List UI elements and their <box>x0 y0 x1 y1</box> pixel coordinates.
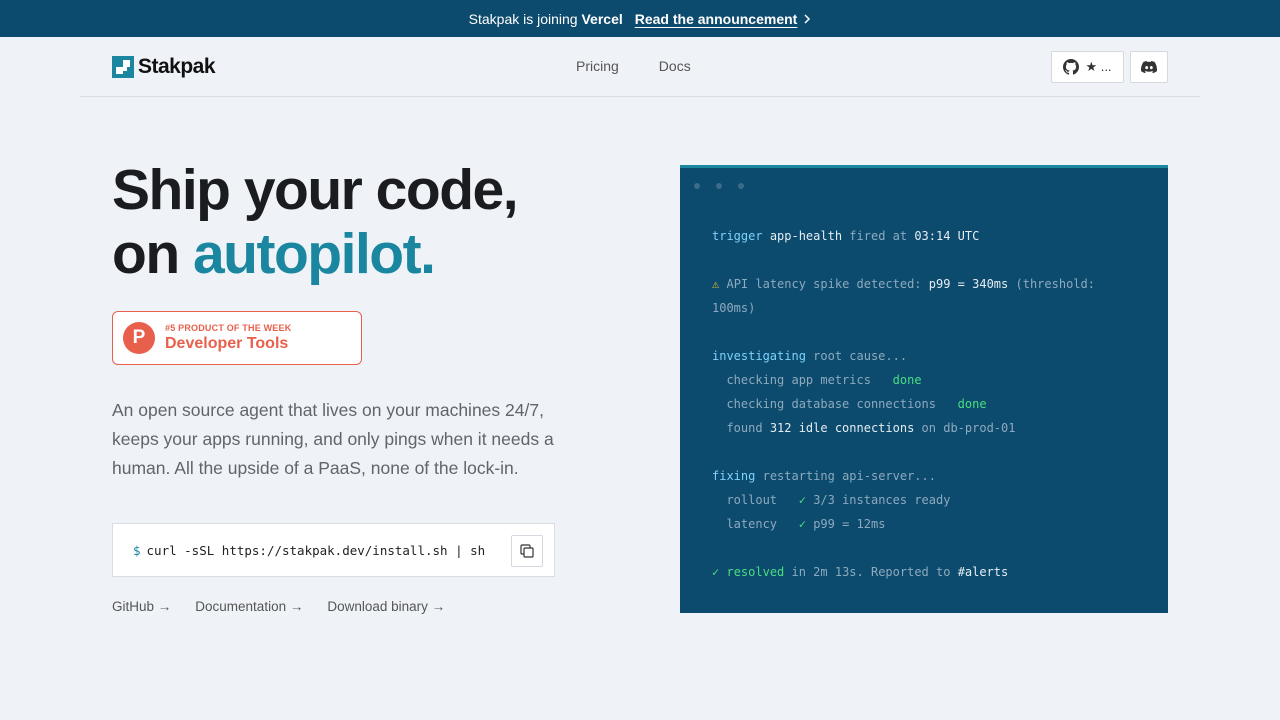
shell-prompt: $ <box>133 542 141 558</box>
hero-title-line1: Ship your code, <box>112 158 519 222</box>
terminal-window: trigger app-health fired at 03:14 UTC ⚠ … <box>680 165 1168 613</box>
install-command-box: $ curl -sSL https://stakpak.dev/install.… <box>112 523 555 577</box>
announcement-banner: Stakpak is joining Vercel Read the annou… <box>0 0 1280 37</box>
download-binary-link[interactable]: Download binary → <box>327 599 445 614</box>
logo-text: Stakpak <box>138 55 216 78</box>
github-icon <box>1063 59 1080 75</box>
secondary-links: GitHub → Documentation → Download binary… <box>112 599 445 614</box>
terminal-line: ✓ resolved in 2m 13s. Reported to #alert… <box>712 565 1009 579</box>
window-dots <box>694 183 744 189</box>
nav-link-pricing[interactable]: Pricing <box>576 58 619 74</box>
terminal-line: found 312 idle connections on db-prod-01 <box>726 421 1016 435</box>
terminal-line: checking app metrics done <box>726 373 922 387</box>
github-button[interactable]: ★ ... <box>1051 51 1124 83</box>
chevron-right-icon <box>804 13 811 24</box>
nav-links: Pricing Docs <box>576 58 691 74</box>
hero-title: Ship your code, on autopilot. <box>112 158 519 286</box>
announcement-link[interactable]: Read the announcement <box>635 11 812 27</box>
discord-button[interactable] <box>1130 51 1168 83</box>
terminal-line: trigger app-health fired at 03:14 UTC <box>712 229 980 243</box>
terminal-line: ⚠ API latency spike detected: p99 = 340m… <box>712 277 1095 291</box>
terminal-line: rollout ✓ 3/3 instances ready <box>726 493 951 507</box>
hero-description: An open source agent that lives on your … <box>112 400 554 478</box>
documentation-link[interactable]: Documentation → <box>195 599 303 614</box>
badge-rank: #5 PRODUCT OF THE WEEK <box>165 323 292 333</box>
copy-button[interactable] <box>511 535 543 567</box>
badge-category: Developer Tools <box>165 335 289 352</box>
github-stars: ★ ... <box>1085 59 1112 74</box>
copy-icon <box>520 544 534 558</box>
discord-icon <box>1141 61 1157 74</box>
top-nav: Stakpak Pricing Docs ★ ... <box>80 37 1200 97</box>
terminal-line: latency ✓ p99 = 12ms <box>726 517 886 531</box>
hero-title-accent: autopilot. <box>192 222 436 286</box>
terminal-line: 100ms) <box>712 301 756 315</box>
terminal-line: checking database connections done <box>726 397 987 411</box>
nav-link-docs[interactable]: Docs <box>659 58 691 74</box>
logo[interactable]: Stakpak <box>112 55 216 79</box>
logo-mark-icon <box>112 56 134 78</box>
terminal-line: fixing restarting api-server... <box>712 469 936 483</box>
warning-icon: ⚠ <box>712 277 720 291</box>
product-hunt-badge[interactable]: P #5 PRODUCT OF THE WEEK Developer Tools <box>112 311 362 365</box>
github-link[interactable]: GitHub → <box>112 599 171 614</box>
install-command[interactable]: curl -sSL https://stakpak.dev/install.sh… <box>147 543 486 558</box>
product-hunt-icon: P <box>123 322 155 354</box>
hero-title-line2: on autopilot. <box>112 222 436 286</box>
terminal-line: investigating root cause... <box>712 349 908 363</box>
banner-text: Stakpak is joining Vercel <box>468 10 623 27</box>
